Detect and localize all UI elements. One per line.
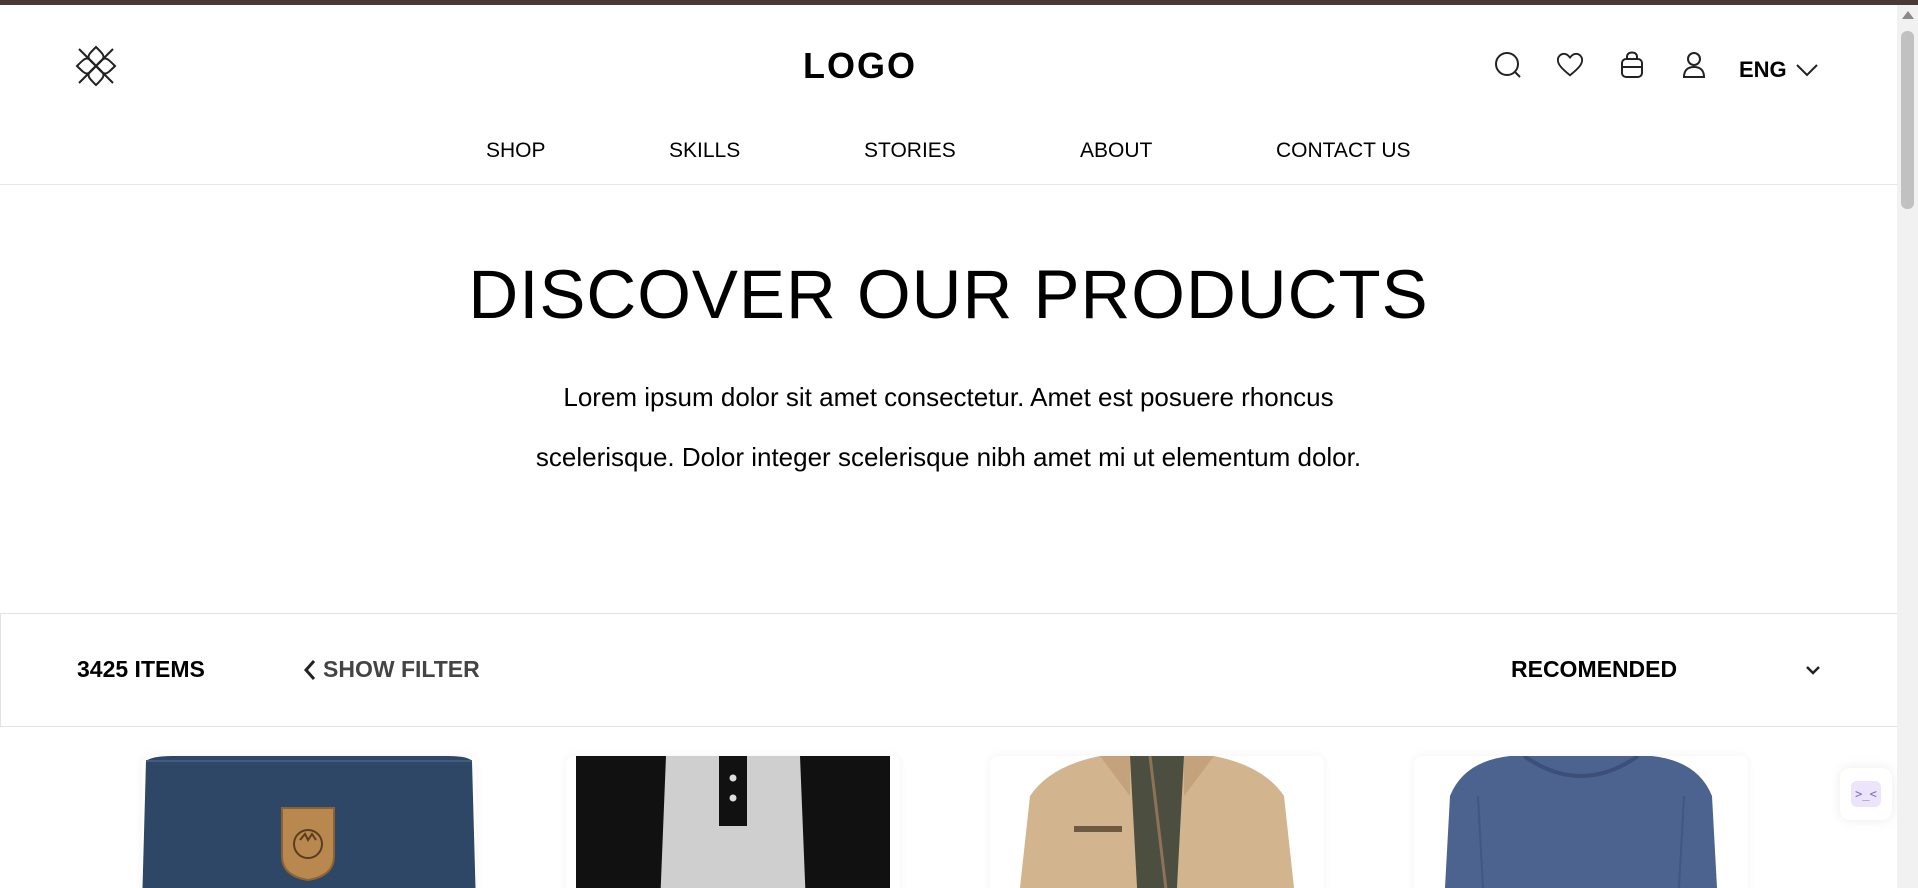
user-icon[interactable] <box>1680 51 1708 79</box>
header-actions <box>1494 51 1708 79</box>
product-image-sweater <box>1414 756 1748 888</box>
language-selector[interactable]: ENG <box>1739 57 1819 83</box>
nav-item-skills[interactable]: SKILLS <box>669 139 740 163</box>
scrollbar-thumb[interactable] <box>1901 31 1914 209</box>
product-card[interactable] <box>990 756 1324 888</box>
show-filter-label: SHOW FILTER <box>323 656 480 682</box>
brand-mark-icon[interactable] <box>73 43 119 89</box>
chevron-down-icon <box>1795 64 1818 77</box>
sort-selected-value: RECOMENDED <box>1511 656 1678 682</box>
product-card[interactable] <box>142 756 476 888</box>
heart-icon[interactable] <box>1556 51 1584 79</box>
nav-item-about[interactable]: ABOUT <box>1080 139 1152 163</box>
chevron-down-icon <box>1806 665 1820 675</box>
floating-assistant-widget[interactable]: >_< <box>1840 768 1892 820</box>
nav-item-contact-us[interactable]: CONTACT US <box>1276 139 1411 163</box>
product-card[interactable] <box>566 756 900 888</box>
product-card[interactable] <box>1414 756 1748 888</box>
chevron-left-icon <box>303 659 316 680</box>
items-count: 3425 ITEMS <box>77 656 205 682</box>
site-logo[interactable]: LOGO <box>760 45 960 87</box>
language-label: ENG <box>1739 57 1787 82</box>
filter-bar: 3425 ITEMS SHOW FILTER RECOMENDED <box>0 613 1897 727</box>
product-image-backpack <box>142 756 476 888</box>
widget-label: >_< <box>1851 781 1881 807</box>
bag-icon[interactable] <box>1618 51 1646 79</box>
scroll-up-arrow-icon[interactable] <box>1902 11 1914 19</box>
hero-description: Lorem ipsum dolor sit amet consectetur. … <box>535 382 1362 472</box>
nav-item-stories[interactable]: STORIES <box>864 139 956 163</box>
sort-dropdown[interactable]: RECOMENDED <box>1511 656 1821 683</box>
nav-item-shop[interactable]: SHOP <box>486 139 546 163</box>
show-filter-button[interactable]: SHOW FILTER <box>303 656 480 683</box>
page: LOGO ENG SHOP SKILLS STORIES ABOUT CONTA… <box>0 5 1897 888</box>
search-icon[interactable] <box>1494 51 1522 79</box>
nav-divider <box>0 184 1897 185</box>
page-scrollbar[interactable] <box>1897 5 1918 888</box>
main-nav: SHOP SKILLS STORIES ABOUT CONTACT US <box>0 139 1897 169</box>
product-image-henley <box>566 756 900 888</box>
page-title: DISCOVER OUR PRODUCTS <box>468 256 1429 333</box>
product-image-jacket <box>990 756 1324 888</box>
